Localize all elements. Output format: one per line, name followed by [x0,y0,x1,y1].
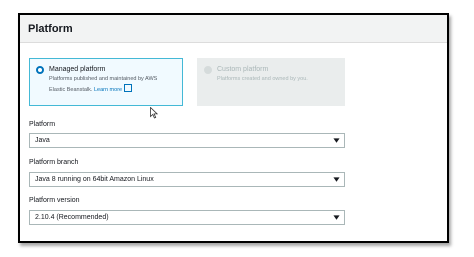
platform-label: Platform [29,121,56,128]
platform-version-select-value: 2.10.4 (Recommended) [35,214,109,221]
external-link-icon[interactable] [124,84,133,92]
managed-platform-radio[interactable] [36,66,44,74]
mouse-cursor-icon [150,107,158,119]
chevron-down-icon [333,138,340,143]
platform-version-select[interactable]: 2.10.4 (Recommended) [29,210,345,225]
platform-select[interactable]: Java [29,133,345,148]
managed-platform-description: Platforms published and maintained by AW… [49,75,157,94]
learn-more-link[interactable]: Learn more [94,87,122,93]
managed-platform-title: Managed platform [49,66,106,73]
custom-platform-title: Custom platform [217,66,269,73]
platform-version-label: Platform version [29,197,80,204]
managed-platform-description-line2: Elastic Beanstalk. [49,87,93,93]
custom-platform-radio[interactable] [204,66,212,74]
platform-select-value: Java [35,137,50,144]
panel-title: Platform [28,22,73,35]
managed-platform-tile[interactable]: Managed platform Platforms published and… [29,58,183,106]
platform-panel: Platform Managed platform Platforms publ… [18,13,449,243]
platform-branch-label: Platform branch [29,159,79,166]
custom-platform-tile[interactable]: Custom platform Platforms created and ow… [197,58,345,106]
chevron-down-icon [333,177,340,182]
custom-platform-description: Platforms created and owned by you. [217,76,308,82]
platform-branch-select[interactable]: Java 8 running on 64bit Amazon Linux [29,172,345,187]
panel-header: Platform [20,15,447,43]
chevron-down-icon [333,215,340,220]
platform-branch-select-value: Java 8 running on 64bit Amazon Linux [35,176,154,183]
managed-platform-description-line1: Platforms published and maintained by AW… [49,76,158,82]
